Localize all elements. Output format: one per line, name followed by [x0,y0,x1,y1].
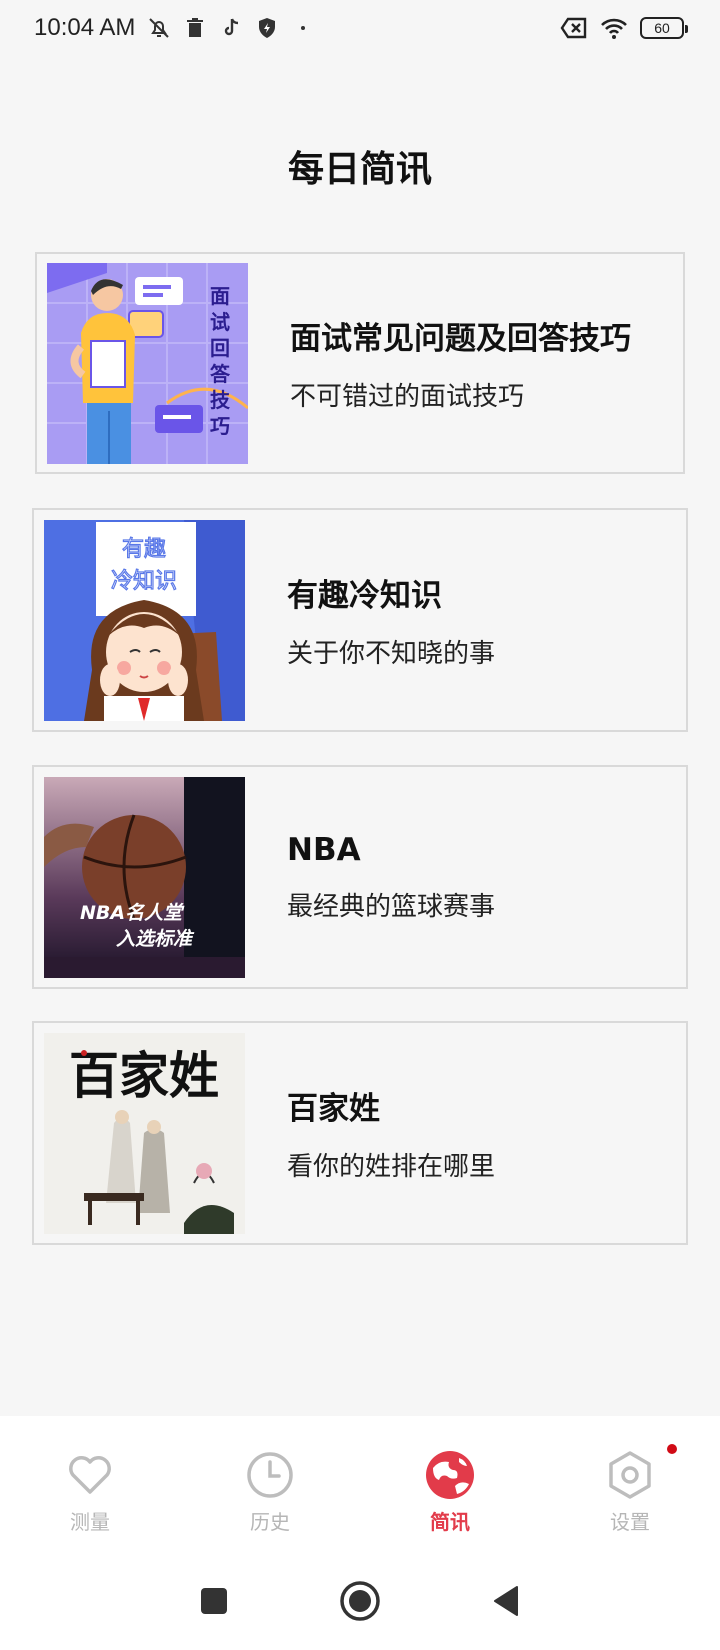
nav-label-history: 历史 [250,1510,290,1534]
nav-item-settings[interactable]: 设置 [565,1444,695,1535]
article-subtitle: 看你的姓排在哪里 [287,1152,496,1182]
recents-square-icon[interactable] [199,1586,229,1616]
status-left: 10:04 AM [34,14,315,42]
article-card[interactable]: 有趣 冷知识 有趣冷知识 关于你不知晓的事 [32,508,688,732]
thumb-text-1: 有趣 [122,537,166,562]
article-title: 面试常见问题及回答技巧 [290,321,631,357]
nav-item-measure[interactable]: 测量 [25,1450,155,1535]
trash-icon [187,18,204,37]
status-right: 60 [560,16,688,40]
status-time: 10:04 AM [34,14,136,41]
status-bar: 10:04 AM 60 [0,0,720,56]
article-card[interactable]: 百家姓 百家姓 看你的姓排在哪里 [32,1021,688,1245]
clock-icon [247,1452,293,1498]
sim-error-icon [560,17,587,39]
nav-label-news: 简讯 [430,1510,470,1534]
interview-illustration: 面 试 回 答 技 巧 [47,262,248,464]
thumb-text-4: 答 [210,362,231,386]
article-title: 百家姓 [287,1091,380,1127]
thumb-text-3: 回 [210,336,230,360]
nba-illustration: NBA名人堂 入选标准 [44,776,245,978]
back-triangle-icon[interactable] [491,1585,521,1617]
article-subtitle: 不可错过的面试技巧 [290,382,525,412]
bottom-navigation: 测量 历史 简讯 设置 [0,1416,720,1552]
thumb-text-1: NBA名人堂 [80,902,185,924]
system-navigation-bar [0,1552,720,1650]
surnames-illustration: 百家姓 [44,1032,245,1234]
article-text: 面试常见问题及回答技巧 不可错过的面试技巧 [290,313,631,413]
thumb-text-6: 巧 [210,414,230,438]
nav-item-history[interactable]: 历史 [205,1450,335,1535]
thumb-text-5: 技 [210,388,231,412]
thumb-calligraphy: 百家姓 [69,1046,219,1105]
notification-dot [667,1444,677,1454]
article-text: 百家姓 看你的姓排在哪里 [287,1083,495,1183]
article-title: 有趣冷知识 [287,578,442,614]
thumb-text-2: 冷知识 [111,569,177,594]
article-text: 有趣冷知识 关于你不知晓的事 [287,570,495,670]
article-subtitle: 关于你不知晓的事 [287,639,496,669]
thumb-text-2: 入选标准 [116,928,195,950]
article-thumbnail: 有趣 冷知识 [44,519,245,721]
wifi-icon [601,18,627,39]
nav-item-news[interactable]: 简讯 [385,1450,515,1535]
nav-label-measure: 测量 [70,1510,110,1534]
article-text: NBA 最经典的篮球赛事 [287,832,495,923]
thumb-text-2: 试 [210,310,230,334]
article-card[interactable]: NBA名人堂 入选标准 NBA 最经典的篮球赛事 [32,765,688,989]
settings-hex-icon [609,1451,651,1499]
article-subtitle: 最经典的篮球赛事 [287,891,496,922]
page-title: 每日简讯 [287,149,432,190]
nav-label-settings: 设置 [610,1510,650,1534]
dot-icon [301,26,306,30]
bell-off-icon [149,18,170,38]
shield-icon [259,18,276,38]
heart-icon [69,1456,111,1494]
article-thumbnail: 面 试 回 答 技 巧 [47,262,248,464]
battery-level: 60 [654,20,670,36]
fun-facts-illustration: 有趣 冷知识 [44,519,245,721]
article-card[interactable]: 面 试 回 答 技 巧 面试常见问题及回答技巧 不可错过的面试技巧 [35,252,685,474]
article-thumbnail: 百家姓 [44,1032,245,1234]
battery-indicator: 60 [640,17,688,39]
thumb-text-1: 面 [210,284,230,308]
article-thumbnail: NBA名人堂 入选标准 [44,776,245,978]
article-title: NBA [287,831,361,868]
globe-icon [426,1451,474,1499]
tiktok-icon [225,18,239,36]
home-circle-icon[interactable] [339,1580,381,1622]
